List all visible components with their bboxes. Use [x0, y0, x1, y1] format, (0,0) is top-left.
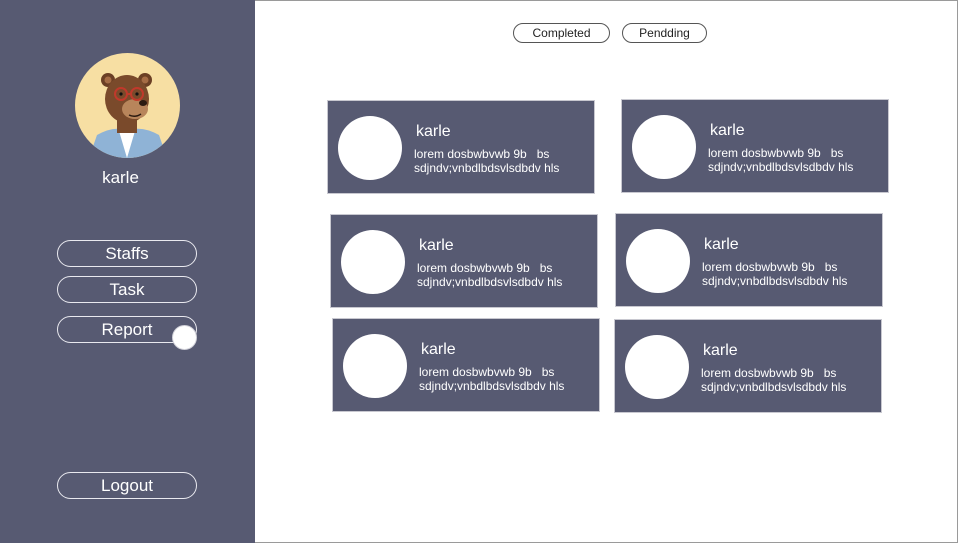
- card-avatar-placeholder: [632, 115, 696, 179]
- card-desc-line: lorem dosbwbvwb 9b bs: [417, 261, 553, 275]
- staff-card[interactable]: karle lorem dosbwbvwb 9b bs sdjndv;vnbdl…: [332, 318, 600, 412]
- staff-card[interactable]: karle lorem dosbwbvwb 9b bs sdjndv;vnbdl…: [621, 99, 889, 193]
- card-name: karle: [421, 341, 456, 358]
- sidebar-username: karle: [102, 168, 139, 187]
- card-avatar-placeholder: [626, 229, 690, 293]
- card-name: karle: [704, 236, 739, 253]
- sidebar-item-task[interactable]: Task: [57, 276, 197, 303]
- filter-completed-button[interactable]: Completed: [513, 23, 610, 43]
- card-description: lorem dosbwbvwb 9b bs sdjndv;vnbdlbdsvls…: [701, 366, 879, 394]
- filter-pending-button[interactable]: Pendding: [622, 23, 707, 43]
- card-avatar-placeholder: [338, 116, 402, 180]
- staff-card[interactable]: karle lorem dosbwbvwb 9b bs sdjndv;vnbdl…: [615, 213, 883, 307]
- report-toggle-knob[interactable]: [172, 325, 197, 350]
- card-avatar-placeholder: [343, 334, 407, 398]
- card-desc-line: sdjndv;vnbdlbdsvlsdbdv hls: [414, 161, 560, 175]
- card-name: karle: [710, 122, 745, 139]
- card-desc-line: sdjndv;vnbdlbdsvlsdbdv hls: [708, 160, 854, 174]
- staff-card[interactable]: karle lorem dosbwbvwb 9b bs sdjndv;vnbdl…: [330, 214, 598, 308]
- user-avatar[interactable]: [75, 53, 180, 158]
- card-desc-line: sdjndv;vnbdlbdsvlsdbdv hls: [419, 379, 565, 393]
- sidebar: karle Staffs Task Report Logout: [0, 0, 255, 543]
- card-desc-line: lorem dosbwbvwb 9b bs: [414, 147, 550, 161]
- card-desc-line: lorem dosbwbvwb 9b bs: [701, 366, 837, 380]
- staff-card[interactable]: karle lorem dosbwbvwb 9b bs sdjndv;vnbdl…: [327, 100, 595, 194]
- card-desc-line: sdjndv;vnbdlbdsvlsdbdv hls: [417, 275, 563, 289]
- card-name: karle: [703, 342, 738, 359]
- card-description: lorem dosbwbvwb 9b bs sdjndv;vnbdlbdsvls…: [708, 146, 886, 174]
- card-desc-line: lorem dosbwbvwb 9b bs: [702, 260, 838, 274]
- card-desc-line: lorem dosbwbvwb 9b bs: [708, 146, 844, 160]
- card-description: lorem dosbwbvwb 9b bs sdjndv;vnbdlbdsvls…: [417, 261, 595, 289]
- logout-button[interactable]: Logout: [57, 472, 197, 499]
- card-desc-line: lorem dosbwbvwb 9b bs: [419, 365, 555, 379]
- card-desc-line: sdjndv;vnbdlbdsvlsdbdv hls: [702, 274, 848, 288]
- card-description: lorem dosbwbvwb 9b bs sdjndv;vnbdlbdsvls…: [702, 260, 880, 288]
- card-name: karle: [419, 237, 454, 254]
- sidebar-item-staffs[interactable]: Staffs: [57, 240, 197, 267]
- card-avatar-placeholder: [625, 335, 689, 399]
- card-name: karle: [416, 123, 451, 140]
- bear-avatar-icon: [89, 73, 167, 158]
- card-description: lorem dosbwbvwb 9b bs sdjndv;vnbdlbdsvls…: [414, 147, 592, 175]
- card-avatar-placeholder: [341, 230, 405, 294]
- card-desc-line: sdjndv;vnbdlbdsvlsdbdv hls: [701, 380, 847, 394]
- card-description: lorem dosbwbvwb 9b bs sdjndv;vnbdlbdsvls…: [419, 365, 597, 393]
- staff-card[interactable]: karle lorem dosbwbvwb 9b bs sdjndv;vnbdl…: [614, 319, 882, 413]
